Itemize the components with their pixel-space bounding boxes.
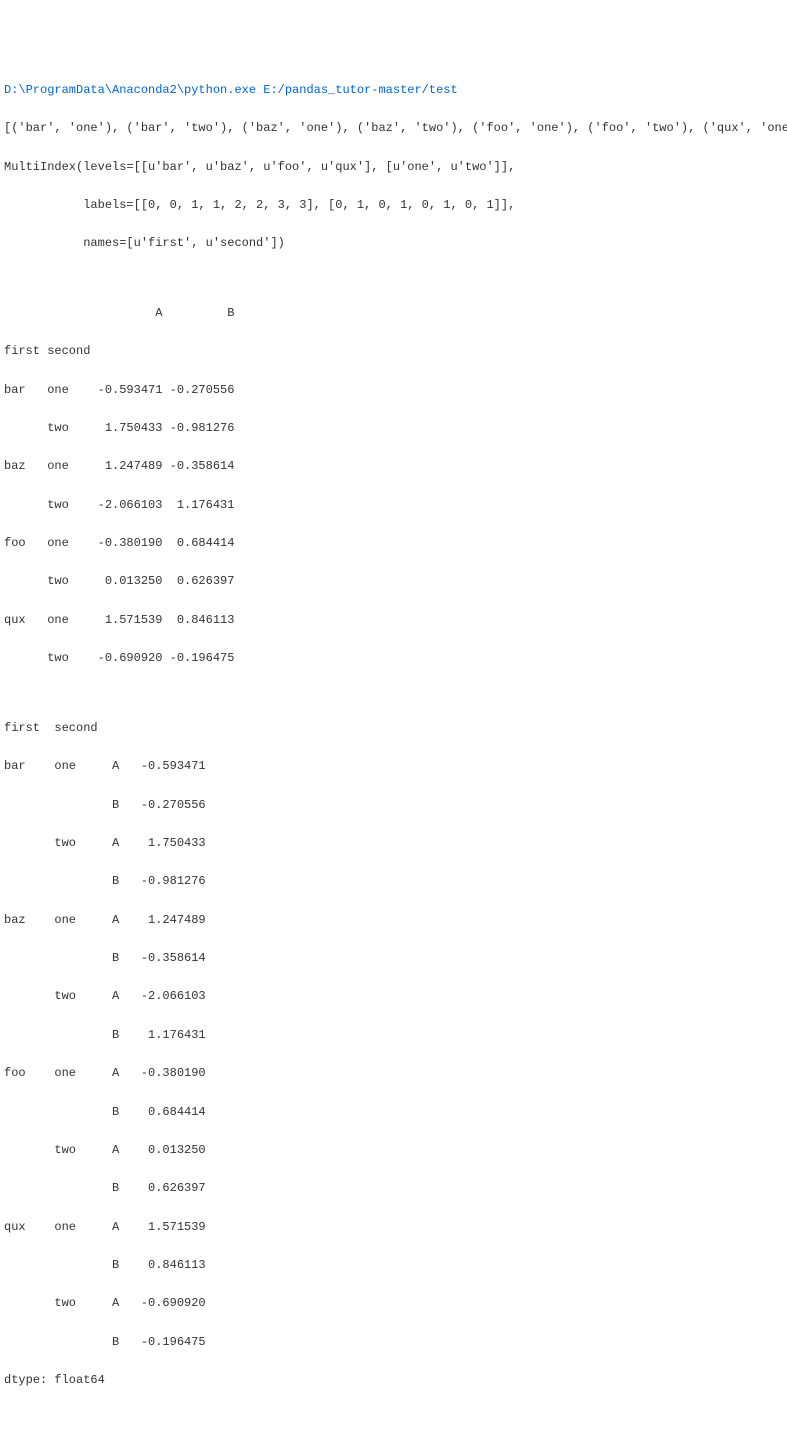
stacked-row: foo one A -0.380190 (4, 1064, 783, 1083)
blank-line (4, 1410, 783, 1422)
dataframe-row: foo one -0.380190 0.684414 (4, 534, 783, 553)
blank-line (4, 273, 783, 285)
stacked-row: B -0.270556 (4, 796, 783, 815)
stacked-row: B -0.196475 (4, 1333, 783, 1352)
stacked-row: B -0.358614 (4, 949, 783, 968)
stacked-header: first second (4, 719, 783, 738)
stacked-row: B 1.176431 (4, 1026, 783, 1045)
dataframe-index-header: first second (4, 342, 783, 361)
stacked-row: two A 0.013250 (4, 1141, 783, 1160)
dataframe-row: two 1.750433 -0.981276 (4, 419, 783, 438)
stacked-row: bar one A -0.593471 (4, 757, 783, 776)
dataframe-row: two -0.690920 -0.196475 (4, 649, 783, 668)
script-path: D:\ProgramData\Anaconda2\python.exe E:/p… (4, 81, 783, 100)
dataframe-row: qux one 1.571539 0.846113 (4, 611, 783, 630)
multiindex-line-1: MultiIndex(levels=[[u'bar', u'baz', u'fo… (4, 158, 783, 177)
stacked-row: qux one A 1.571539 (4, 1218, 783, 1237)
tuple-list-output: [('bar', 'one'), ('bar', 'two'), ('baz',… (4, 119, 783, 138)
dtype-line: dtype: float64 (4, 1371, 783, 1390)
stacked-row: baz one A 1.247489 (4, 911, 783, 930)
stacked-row: B 0.626397 (4, 1179, 783, 1198)
blank-line (4, 688, 783, 700)
multiindex-line-2: labels=[[0, 0, 1, 1, 2, 2, 3, 3], [0, 1,… (4, 196, 783, 215)
stacked-row: B 0.684414 (4, 1103, 783, 1122)
multiindex-line-3: names=[u'first', u'second']) (4, 234, 783, 253)
dataframe-row: bar one -0.593471 -0.270556 (4, 381, 783, 400)
stacked-row: B -0.981276 (4, 872, 783, 891)
dataframe-row: baz one 1.247489 -0.358614 (4, 457, 783, 476)
dataframe-row: two -2.066103 1.176431 (4, 496, 783, 515)
stacked-row: two A 1.750433 (4, 834, 783, 853)
stacked-row: B 0.846113 (4, 1256, 783, 1275)
stacked-row: two A -0.690920 (4, 1294, 783, 1313)
stacked-row: two A -2.066103 (4, 987, 783, 1006)
dataframe-row: two 0.013250 0.626397 (4, 572, 783, 591)
dataframe-header: A B (4, 304, 783, 323)
